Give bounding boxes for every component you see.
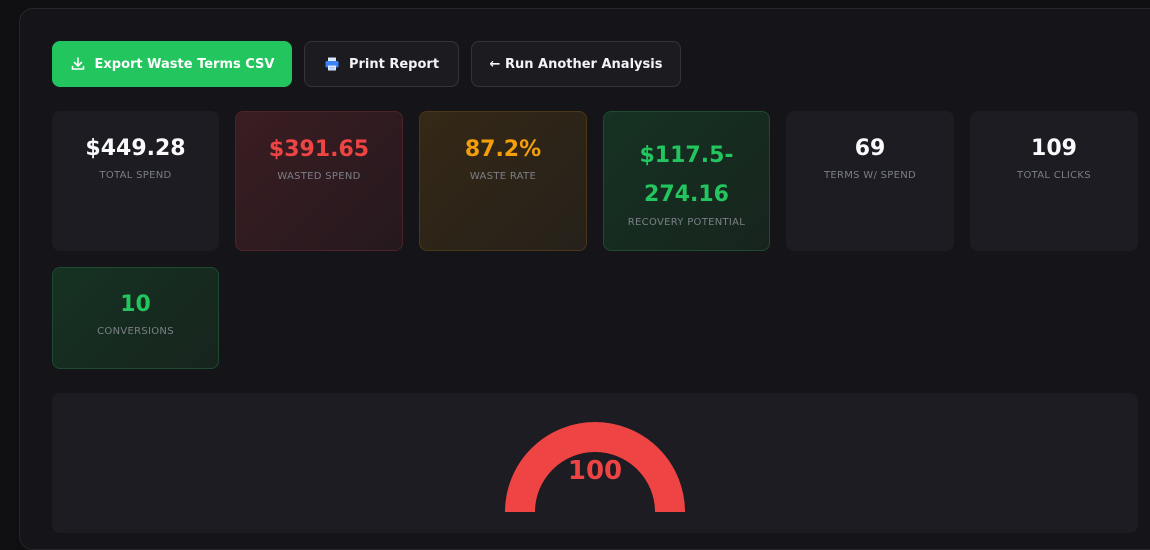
stat-card-recovery-potential: $117.5- 274.16 RECOVERY POTENTIAL	[603, 111, 770, 251]
conversions-value: 10	[120, 292, 151, 317]
wasted-spend-value: $391.65	[268, 137, 370, 162]
export-waste-terms-button[interactable]: Export Waste Terms CSV	[52, 41, 292, 87]
waste-rate-label: WASTE RATE	[469, 171, 537, 182]
export-button-label: Export Waste Terms CSV	[94, 56, 275, 72]
stat-card-total-spend: $449.28 TOTAL SPEND	[52, 111, 219, 251]
stat-card-conversions: 10 CONVERSIONS	[52, 267, 219, 369]
gauge-score-value: 100	[567, 456, 623, 486]
recovery-value-line-1: $117.5-	[639, 143, 734, 168]
terms-with-spend-label: TERMS W/ SPEND	[823, 170, 917, 181]
conversions-label: CONVERSIONS	[97, 326, 174, 337]
recovery-potential-value: $117.5- 274.16	[604, 136, 769, 214]
printer-icon	[325, 57, 339, 71]
run-button-label: ← Run Another Analysis	[489, 56, 663, 72]
print-report-button[interactable]: Print Report	[304, 41, 459, 87]
download-icon	[71, 57, 84, 70]
recovery-value-line-2: 274.16	[644, 182, 729, 207]
run-another-analysis-button[interactable]: ← Run Another Analysis	[471, 41, 681, 87]
recovery-potential-label: RECOVERY POTENTIAL	[627, 217, 746, 228]
stat-card-total-clicks: 109 TOTAL CLICKS	[970, 111, 1138, 251]
wasted-spend-label: WASTED SPEND	[277, 171, 361, 182]
stat-card-terms-with-spend: 69 TERMS W/ SPEND	[786, 111, 954, 251]
total-clicks-value: 109	[1031, 136, 1077, 161]
print-button-label: Print Report	[348, 56, 440, 72]
waste-rate-value: 87.2%	[464, 137, 542, 162]
stat-card-waste-rate: 87.2% WASTE RATE	[419, 111, 587, 251]
stat-card-wasted-spend: $391.65 WASTED SPEND	[235, 111, 403, 251]
total-spend-value: $449.28	[85, 136, 186, 161]
total-clicks-label: TOTAL CLICKS	[1017, 170, 1091, 181]
terms-with-spend-value: 69	[854, 136, 886, 161]
total-spend-label: TOTAL SPEND	[99, 170, 172, 181]
